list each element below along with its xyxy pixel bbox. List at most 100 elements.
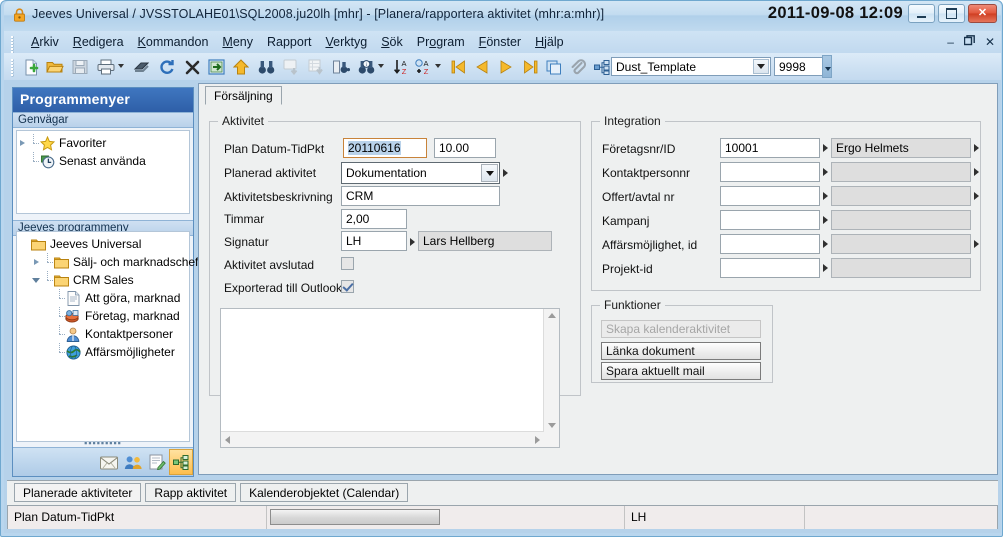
new-document-icon[interactable]	[21, 57, 41, 77]
kampanj-lookup-arrow[interactable]	[823, 216, 828, 224]
timmar-input[interactable]: 2,00	[341, 209, 407, 229]
tree-item-att-g-ra-marknad[interactable]: Att göra, marknad	[17, 289, 189, 307]
menu-gripper[interactable]	[10, 35, 14, 53]
edit-note-icon[interactable]	[145, 449, 169, 475]
bottom-tab-rapp-aktivitet[interactable]: Rapp aktivitet	[145, 483, 237, 502]
tree-item-kontaktpersoner[interactable]: Kontaktpersoner	[17, 325, 189, 343]
kontaktpersonnr-description-arrow[interactable]	[974, 168, 979, 176]
kontaktpersonnr-lookup-arrow[interactable]	[823, 168, 828, 176]
template-combo[interactable]: Dust_Template	[611, 57, 771, 76]
mdi-restore-button[interactable]	[963, 35, 975, 48]
scroll-down-icon[interactable]	[548, 423, 556, 428]
projekt-id-input[interactable]	[720, 258, 820, 278]
find-record-icon[interactable]	[331, 57, 351, 77]
shortcut-favoriter[interactable]: Favoriter	[17, 134, 189, 152]
copy-icon[interactable]	[544, 57, 564, 77]
expander-collapsed-icon[interactable]	[31, 257, 42, 268]
notes-memo[interactable]	[220, 308, 560, 448]
kontaktpersonnr-input[interactable]	[720, 162, 820, 182]
planerad-aktivitet-lookup-arrow[interactable]	[503, 169, 508, 177]
delete-x-icon[interactable]	[182, 57, 202, 77]
memo-horizontal-scrollbar[interactable]	[221, 431, 544, 447]
planerad-aktivitet-combo[interactable]: Dokumentation	[341, 162, 500, 184]
print-icon[interactable]	[96, 57, 116, 77]
first-record-icon[interactable]	[448, 57, 468, 77]
find-binoculars-icon[interactable]	[256, 57, 276, 77]
menu-item-redigera[interactable]: Redigera	[66, 33, 131, 51]
menu-item-s-k[interactable]: Sök	[374, 33, 410, 51]
last-record-icon[interactable]	[520, 57, 540, 77]
lanka-dokument-button[interactable]: Länka dokument	[601, 342, 761, 360]
scroll-up-icon[interactable]	[548, 313, 556, 318]
menu-item-kommandon[interactable]: Kommandon	[131, 33, 216, 51]
attach-clip-icon[interactable]	[568, 57, 588, 77]
window-maximize-button[interactable]	[938, 4, 965, 23]
prev-record-icon[interactable]	[472, 57, 492, 77]
refresh-icon[interactable]	[157, 57, 177, 77]
f-retagsnr-id-description-arrow[interactable]	[974, 144, 979, 152]
skapa-kalenderaktivitet-button[interactable]: Skapa kalenderaktivitet	[601, 320, 761, 338]
tree-item-jeeves-universal[interactable]: Jeeves Universal	[17, 235, 189, 253]
record-number-field[interactable]: 9998	[774, 57, 824, 76]
erase-icon[interactable]	[132, 57, 152, 77]
toolbar-overflow-button[interactable]	[822, 55, 832, 78]
f-retagsnr-id-input[interactable]: 10001	[720, 138, 820, 158]
sidebar-splitter[interactable]: ▪▪▪▪▪▪▪▪▪	[16, 441, 190, 446]
mail-icon[interactable]	[97, 449, 121, 475]
menu-item-verktyg[interactable]: Verktyg	[318, 33, 374, 51]
plan-tid-input[interactable]: 10.00	[434, 138, 496, 158]
window-close-button[interactable]: ✕	[968, 4, 997, 23]
offert-avtal-nr-description-arrow[interactable]	[974, 192, 979, 200]
window-minimize-button[interactable]	[908, 4, 935, 23]
tab-forsaljning[interactable]: Försäljning	[205, 86, 282, 105]
mdi-minimize-button[interactable]: –	[947, 36, 954, 48]
tree-item-crm-sales[interactable]: CRM Sales	[17, 271, 189, 289]
offert-avtal-nr-lookup-arrow[interactable]	[823, 192, 828, 200]
aff-rsm-jlighet-id-description-arrow[interactable]	[974, 240, 979, 248]
menu-item-program[interactable]: Program	[410, 33, 472, 51]
chevron-down-icon[interactable]	[481, 164, 498, 182]
signatur-input[interactable]: LH	[341, 231, 407, 251]
sort-az-icon[interactable]: AZ	[392, 57, 412, 77]
tree-item-aff-rsm-jligheter[interactable]: Affärsmöjligheter	[17, 343, 189, 361]
expander-collapsed-icon[interactable]	[17, 138, 28, 149]
chevron-down-icon[interactable]	[753, 59, 769, 74]
memo-vertical-scrollbar[interactable]	[543, 309, 559, 432]
signatur-lookup-arrow[interactable]	[410, 238, 415, 246]
up-arrow-icon[interactable]	[231, 57, 251, 77]
hierarchy-icon[interactable]	[169, 449, 193, 475]
exporterad-outlook-checkbox[interactable]	[341, 280, 354, 293]
menu-item-hj-lp[interactable]: Hjälp	[528, 33, 571, 51]
spara-aktuellt-mail-button[interactable]: Spara aktuellt mail	[601, 362, 761, 380]
menu-item-arkiv[interactable]: Arkiv	[24, 33, 66, 51]
projekt-id-lookup-arrow[interactable]	[823, 264, 828, 272]
mdi-close-button[interactable]: ✕	[985, 36, 995, 48]
sort-az-plus-icon[interactable]: AZ	[413, 57, 433, 77]
scroll-right-icon[interactable]	[535, 436, 540, 444]
aff-rsm-jlighet-id-lookup-arrow[interactable]	[823, 240, 828, 248]
plan-datum-input[interactable]: 20110616	[343, 138, 427, 158]
toolbar-gripper[interactable]	[10, 58, 14, 76]
contacts-icon[interactable]	[121, 449, 145, 475]
menu-item-meny[interactable]: Meny	[215, 33, 260, 51]
menu-item-f-nster[interactable]: Fönster	[472, 33, 528, 51]
open-folder-icon[interactable]	[45, 57, 65, 77]
open-window-icon[interactable]	[206, 57, 226, 77]
find-info-icon[interactable]: i	[356, 57, 376, 77]
find-dropdown-arrow[interactable]	[378, 64, 384, 68]
menu-item-rapport[interactable]: Rapport	[260, 33, 318, 51]
f-retagsnr-id-lookup-arrow[interactable]	[823, 144, 828, 152]
hierarchy-icon[interactable]	[592, 57, 612, 77]
offert-avtal-nr-input[interactable]	[720, 186, 820, 206]
next-record-icon[interactable]	[496, 57, 516, 77]
expander-expanded-icon[interactable]	[31, 275, 42, 286]
aff-rsm-jlighet-id-input[interactable]	[720, 234, 820, 254]
sort-dropdown-arrow[interactable]	[435, 64, 441, 68]
tree-item-f-retag-marknad[interactable]: Företag, marknad	[17, 307, 189, 325]
scroll-left-icon[interactable]	[225, 436, 230, 444]
kampanj-input[interactable]	[720, 210, 820, 230]
shortcut-senast-anvanda[interactable]: Senast använda	[17, 152, 189, 170]
bottom-tab-kalenderobjektet-calendar-[interactable]: Kalenderobjektet (Calendar)	[240, 483, 409, 502]
tree-item-s-lj-och-marknadschef[interactable]: Sälj- och marknadschef	[17, 253, 198, 271]
print-dropdown-arrow[interactable]	[118, 64, 124, 68]
